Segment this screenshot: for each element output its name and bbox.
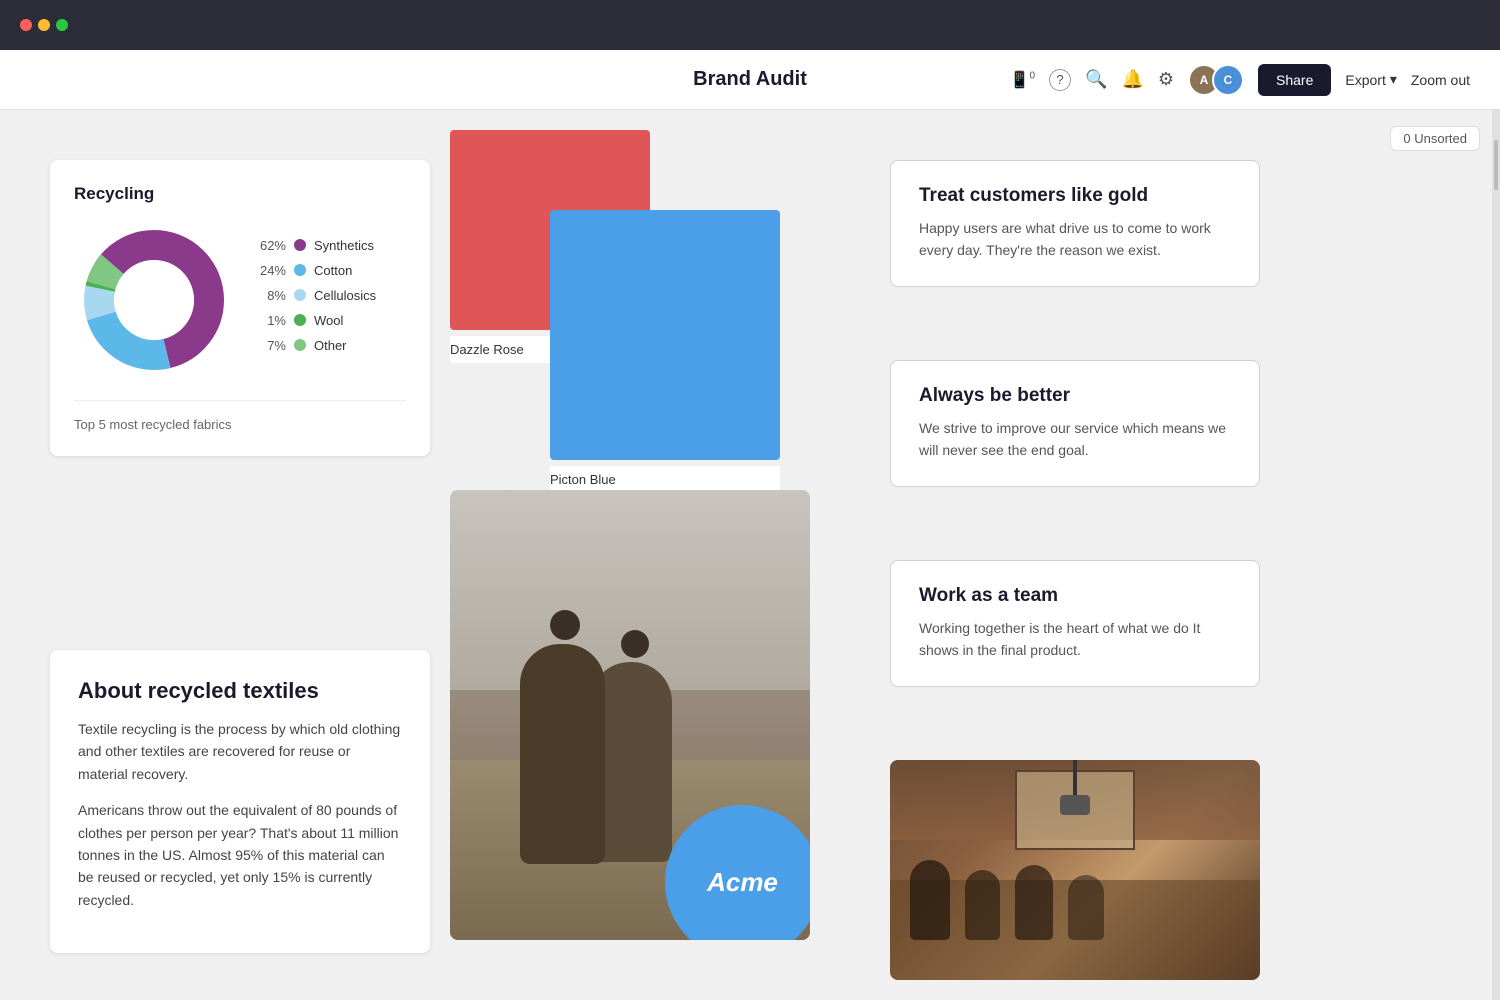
chart-legend: 62% Synthetics 24% Cotton 8% Cellulosics…	[254, 238, 406, 363]
chart-area: 62% Synthetics 24% Cotton 8% Cellulosics…	[74, 220, 406, 380]
value-title-1: Treat customers like gold	[919, 185, 1231, 207]
close-dot[interactable]	[20, 19, 32, 31]
canvas: 0 Unsorted Recycling	[0, 110, 1500, 1000]
value-card-3: Work as a team Working together is the h…	[890, 560, 1260, 687]
value-text-1: Happy users are what drive us to come to…	[919, 217, 1231, 262]
share-button[interactable]: Share	[1258, 64, 1331, 96]
recycling-footer: Top 5 most recycled fabrics	[74, 400, 406, 432]
about-title: About recycled textiles	[78, 678, 402, 704]
value-title-3: Work as a team	[919, 585, 1231, 607]
donut-chart	[74, 220, 234, 380]
swatch-blue-container: Picton Blue	[550, 210, 780, 493]
bell-icon[interactable]: 🔔	[1121, 69, 1143, 90]
window-controls	[20, 19, 68, 31]
page-title: Brand Audit	[693, 68, 807, 91]
recycling-title: Recycling	[74, 184, 406, 204]
titlebar	[0, 0, 1500, 50]
legend-dot	[294, 239, 306, 251]
value-card-1: Treat customers like gold Happy users ar…	[890, 160, 1260, 287]
legend-dot	[294, 264, 306, 276]
about-text-2: Americans throw out the equivalent of 80…	[78, 799, 402, 911]
value-card-2: Always be better We strive to improve ou…	[890, 360, 1260, 487]
legend-item: 1% Wool	[254, 313, 406, 328]
swatch-blue-label: Picton Blue	[550, 466, 780, 493]
legend-item: 24% Cotton	[254, 263, 406, 278]
recycling-card: Recycling	[50, 160, 430, 456]
value-text-2: We strive to improve our service which m…	[919, 417, 1231, 462]
value-title-2: Always be better	[919, 385, 1231, 407]
scrollbar[interactable]	[1492, 110, 1500, 1000]
photo-card: Acme	[450, 490, 810, 940]
avatar: C	[1212, 64, 1244, 96]
header: Brand Audit 📱0 ? 🔍 🔔 ⚙ A C Share Export …	[0, 50, 1500, 110]
settings-icon[interactable]: ⚙	[1158, 69, 1174, 90]
value-text-3: Working together is the heart of what we…	[919, 617, 1231, 662]
legend-item: 7% Other	[254, 338, 406, 353]
export-button[interactable]: Export ▾	[1345, 71, 1397, 88]
legend-dot	[294, 289, 306, 301]
legend-dot	[294, 339, 306, 351]
swatch-blue[interactable]	[550, 210, 780, 460]
avatar-group: A C	[1188, 64, 1244, 96]
header-icons: 📱0 ? 🔍 🔔 ⚙	[1010, 69, 1174, 91]
maximize-dot[interactable]	[56, 19, 68, 31]
search-icon[interactable]: 🔍	[1085, 69, 1107, 90]
office-photo	[890, 760, 1260, 980]
legend-dot	[294, 314, 306, 326]
about-text-1: Textile recycling is the process by whic…	[78, 718, 402, 785]
legend-item: 62% Synthetics	[254, 238, 406, 253]
chevron-down-icon: ▾	[1390, 71, 1397, 88]
zoom-out-button[interactable]: Zoom out	[1411, 72, 1470, 88]
phone-icon[interactable]: 📱0	[1010, 70, 1035, 90]
about-card: About recycled textiles Textile recyclin…	[50, 650, 430, 953]
minimize-dot[interactable]	[38, 19, 50, 31]
legend-item: 8% Cellulosics	[254, 288, 406, 303]
help-icon[interactable]: ?	[1049, 69, 1071, 91]
unsorted-badge[interactable]: 0 Unsorted	[1390, 126, 1480, 151]
scroll-thumb[interactable]	[1494, 140, 1498, 190]
